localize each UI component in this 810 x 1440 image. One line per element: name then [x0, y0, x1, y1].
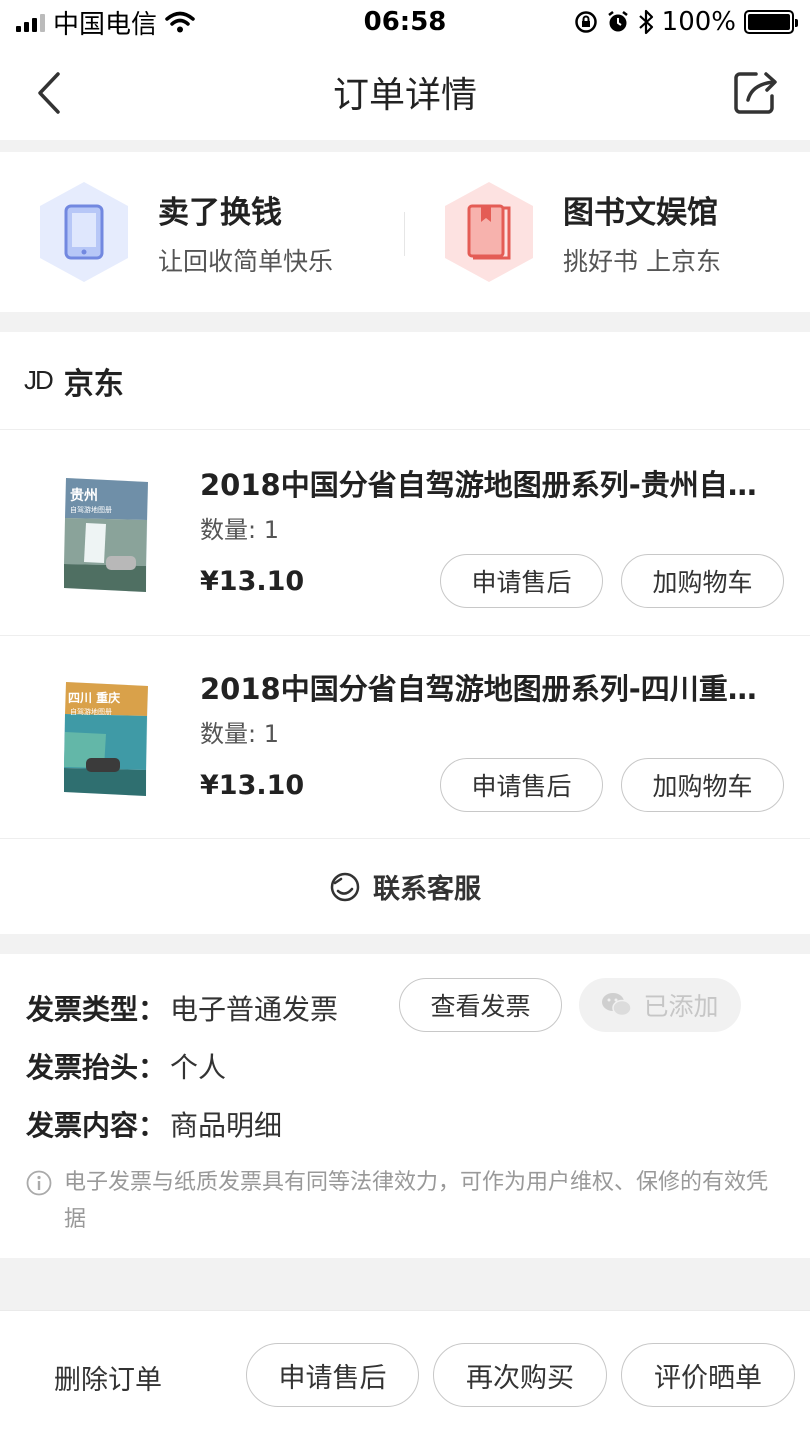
- after-sale-button[interactable]: 申请售后: [440, 758, 603, 812]
- battery-icon: [744, 10, 798, 34]
- status-left: 中国电信: [16, 4, 195, 41]
- invoice-type-label: 发票类型：: [26, 993, 167, 1026]
- book-cover-title: 四川 重庆: [68, 690, 120, 705]
- share-icon[interactable]: [730, 66, 782, 118]
- shop-header[interactable]: JD 京东: [0, 332, 810, 430]
- wechat-icon: [602, 993, 633, 1017]
- book-icon: [445, 182, 533, 282]
- battery-fill: [748, 14, 790, 30]
- after-sale-button[interactable]: 申请售后: [440, 554, 603, 608]
- add-to-cart-button[interactable]: 加购物车: [621, 554, 784, 608]
- promo-recycle-text: 卖了换钱 让回收简单快乐: [158, 187, 333, 278]
- back-arrow-icon[interactable]: [28, 68, 68, 118]
- product-quantity: 数量: 1: [200, 720, 279, 748]
- invoice-type-value: 电子普通发票: [170, 993, 339, 1026]
- invoice-content-row: 发票内容： 商品明细: [26, 1104, 282, 1144]
- book-cover-subtitle: 自驾游地图册: [70, 707, 112, 716]
- invoice-content-label: 发票内容：: [26, 1109, 167, 1142]
- promo-recycle-title: 卖了换钱: [158, 194, 282, 231]
- jd-logo: JD: [24, 365, 54, 395]
- invoice-section: 发票类型： 电子普通发票 查看发票 已添加 发票抬头： 个人 发票内容： 商品明…: [0, 954, 810, 1258]
- headset-icon: [330, 872, 360, 901]
- battery-percent: 100%: [661, 7, 736, 37]
- invoice-head-label: 发票抬头：: [26, 1051, 167, 1084]
- order-card: JD 京东 贵州 自驾游地图册 2018中国分省自驾游地图册系列-贵州自驾游地图…: [0, 332, 810, 934]
- status-bar: 中国电信 06:58 100%: [0, 0, 810, 44]
- invoice-note: 电子发票与纸质发票具有同等法律效力，可作为用户维权、保修的有效凭据: [26, 1164, 786, 1238]
- bluetooth-icon: [638, 9, 653, 35]
- promo-books-text: 图书文娱馆 挑好书 上京东: [563, 187, 721, 278]
- after-sale-order-button[interactable]: 申请售后: [246, 1343, 419, 1407]
- promo-recycle[interactable]: 卖了换钱 让回收简单快乐: [36, 180, 333, 284]
- signal-icon: [16, 12, 45, 32]
- promo-books-title: 图书文娱馆: [563, 194, 718, 231]
- rotation-lock-icon: [574, 11, 597, 33]
- review-button[interactable]: 评价晒单: [621, 1343, 795, 1407]
- book-cover-image: 贵州 自驾游地图册: [64, 478, 148, 592]
- wifi-icon: [165, 11, 195, 33]
- tablet-icon: [40, 182, 128, 282]
- product-title[interactable]: 2018中国分省自驾游地图册系列-贵州自驾游地图册: [200, 462, 785, 504]
- added-label: 已添加: [643, 992, 719, 1021]
- promo-banner: 卖了换钱 让回收简单快乐 图书文娱馆 挑好书 上京东: [0, 152, 810, 312]
- promo-recycle-subtitle: 让回收简单快乐: [158, 246, 334, 276]
- book-cover-subtitle: 自驾游地图册: [70, 505, 112, 514]
- info-icon: [26, 1170, 52, 1196]
- shop-name: 京东: [63, 366, 124, 402]
- product-price: ¥13.10: [200, 770, 305, 801]
- alarm-icon: [607, 11, 628, 32]
- book-cover-title: 贵州: [70, 487, 98, 504]
- bottom-action-bar: 删除订单 申请售后 再次购买 评价晒单: [0, 1310, 810, 1440]
- product-title[interactable]: 2018中国分省自驾游地图册系列-四川重庆自驾游地图册: [200, 666, 785, 708]
- product-item[interactable]: 四川 重庆 自驾游地图册 2018中国分省自驾游地图册系列-四川重庆自驾游地图册…: [0, 636, 810, 840]
- status-right: 100%: [574, 7, 798, 37]
- view-invoice-button[interactable]: 查看发票: [399, 978, 562, 1032]
- add-to-cart-button[interactable]: 加购物车: [621, 758, 784, 812]
- product-price: ¥13.10: [200, 566, 305, 597]
- page-title: 订单详情: [332, 75, 477, 116]
- invoice-type-row: 发票类型： 电子普通发票: [26, 988, 338, 1028]
- invoice-head-row: 发票抬头： 个人: [26, 1046, 226, 1086]
- invoice-head-value: 个人: [170, 1051, 227, 1084]
- promo-divider: [404, 212, 405, 256]
- added-to-wechat-button[interactable]: 已添加: [579, 978, 741, 1032]
- invoice-content-value: 商品明细: [170, 1109, 283, 1142]
- promo-books[interactable]: 图书文娱馆 挑好书 上京东: [441, 180, 721, 284]
- product-quantity: 数量: 1: [200, 516, 279, 544]
- nav-bar: 订单详情: [0, 44, 810, 140]
- contact-service-button[interactable]: 联系客服: [0, 838, 810, 934]
- buy-again-button[interactable]: 再次购买: [433, 1343, 607, 1407]
- delete-order-button[interactable]: 删除订单: [54, 1358, 162, 1397]
- contact-service-label: 联系客服: [373, 874, 481, 905]
- invoice-note-text: 电子发票与纸质发票具有同等法律效力，可作为用户维权、保修的有效凭据: [64, 1170, 769, 1232]
- product-item[interactable]: 贵州 自驾游地图册 2018中国分省自驾游地图册系列-贵州自驾游地图册 数量: …: [0, 432, 810, 636]
- book-cover-image: 四川 重庆 自驾游地图册: [64, 682, 148, 796]
- promo-books-subtitle: 挑好书 上京东: [563, 246, 721, 276]
- carrier-label: 中国电信: [53, 9, 158, 40]
